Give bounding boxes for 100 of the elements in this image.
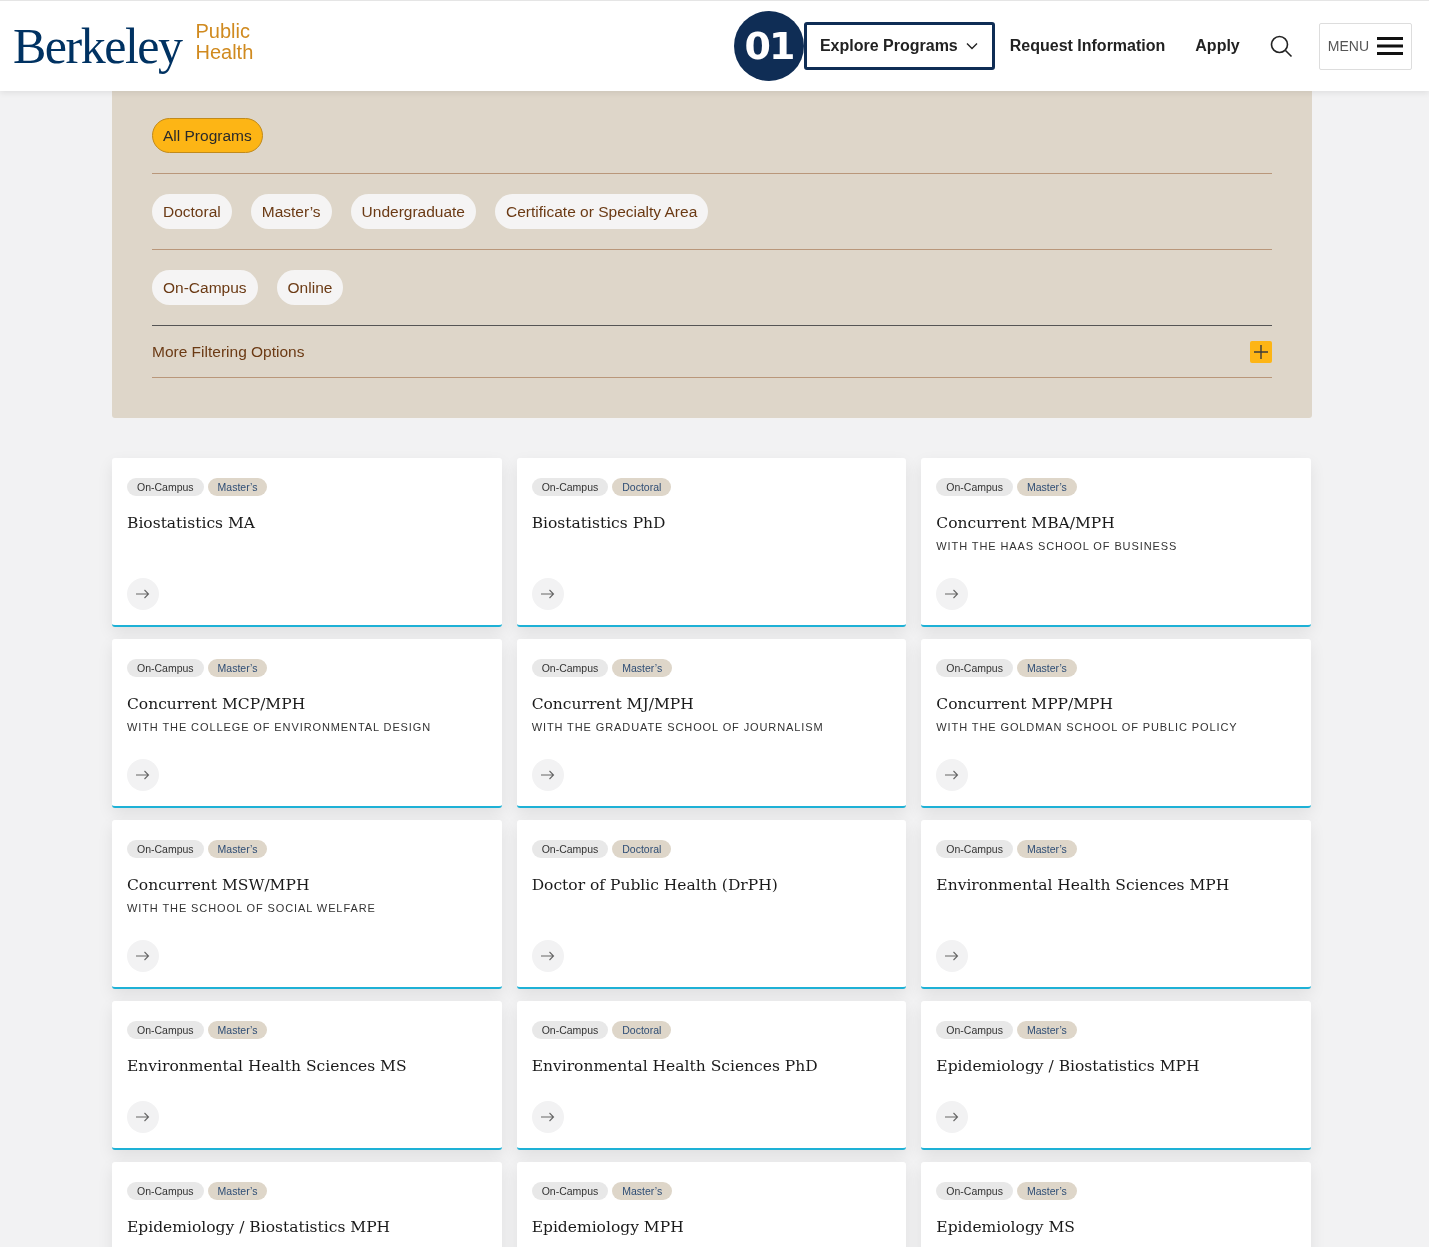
tag: Master’s [1016, 840, 1077, 858]
program-card[interactable]: On-Campus Master’s Environmental Health Sciences MS [112, 1001, 502, 1150]
tag: Master’s [207, 478, 268, 496]
filter-chip[interactable]: Undergraduate [350, 194, 476, 229]
program-title: Biostatistics PhD [531, 514, 667, 532]
tag: On-Campus [127, 478, 204, 496]
arrow-button[interactable] [936, 578, 969, 610]
arrow-right-icon [136, 1112, 150, 1122]
arrow-right-icon [540, 770, 555, 780]
arrow-button[interactable] [936, 1101, 969, 1133]
program-card[interactable]: On-Campus Master’s Biostatistics MA [112, 458, 502, 627]
program-subtitle: WITH THE GRADUATE SCHOOL OF JOURNALISM [531, 721, 825, 733]
program-card[interactable]: On-Campus Master’s Epidemiology MS [921, 1162, 1311, 1247]
menu-icon [1377, 37, 1403, 55]
tag: Master’s [207, 659, 268, 677]
tag: Master’s [1016, 1182, 1077, 1200]
program-card[interactable]: On-Campus Doctoral Doctor of Public Health (DrPH) [516, 820, 907, 989]
tag: On-Campus [936, 840, 1013, 858]
menu-button[interactable]: MENU [1318, 22, 1412, 70]
program-card[interactable]: On-Campus Doctoral Environmental Health Sciences PhD [516, 1001, 907, 1150]
tag: On-Campus [127, 840, 204, 858]
search-button[interactable] [1268, 34, 1293, 58]
program-card[interactable]: On-Campus Master’s Epidemiology MPH [516, 1162, 907, 1247]
program-card[interactable]: On-Campus Master’s Concurrent MCP/MPH WITH THE COLLEGE OF ENVIRONMENTAL DESIGN [112, 639, 502, 808]
filter-chip[interactable]: Master’s [250, 194, 332, 229]
arrow-button[interactable] [531, 578, 564, 610]
program-card[interactable]: On-Campus Master’s Concurrent MBA/MPH WITH THE HAAS SCHOOL OF BUSINESS [921, 458, 1311, 627]
tag: Doctoral [612, 840, 672, 858]
arrow-right-icon [136, 589, 150, 599]
tag: On-Campus [531, 1021, 609, 1039]
arrow-right-icon [540, 1112, 555, 1122]
step-badge: 01 [733, 11, 804, 81]
arrow-right-icon [540, 589, 555, 599]
plus-icon[interactable] [1250, 341, 1272, 363]
arrow-right-icon [136, 951, 150, 961]
arrow-button[interactable] [936, 759, 969, 791]
program-card[interactable]: On-Campus Master’s Concurrent MJ/MPH WITH THE GRADUATE SCHOOL OF JOURNALISM [516, 639, 907, 808]
arrow-button[interactable] [127, 940, 159, 972]
program-card[interactable]: On-Campus Master’s Epidemiology / Biostatistics MPH [921, 1001, 1311, 1150]
program-subtitle: WITH THE GOLDMAN SCHOOL OF PUBLIC POLICY [936, 721, 1239, 733]
filter-chip[interactable]: Certificate or Specialty Area [495, 194, 709, 229]
filter-chip[interactable]: Doctoral [152, 194, 232, 229]
filter-chip[interactable]: All Programs [152, 118, 263, 153]
search-icon [1268, 34, 1293, 58]
tag: Master’s [612, 659, 673, 677]
arrow-button[interactable] [127, 759, 159, 791]
filter-chip[interactable]: On-Campus [152, 270, 258, 305]
arrow-right-icon [945, 770, 960, 780]
more-filters-link[interactable]: More Filtering Options [152, 343, 305, 361]
arrow-right-icon [136, 770, 150, 780]
tag: On-Campus [936, 478, 1013, 496]
tag: Doctoral [612, 1021, 672, 1039]
tag: On-Campus [531, 659, 609, 677]
logo-subtitle: Public Health [195, 21, 254, 63]
program-subtitle: WITH THE COLLEGE OF ENVIRONMENTAL DESIGN [127, 721, 433, 733]
chevron-down-icon [965, 42, 978, 50]
program-card[interactable]: On-Campus Doctoral Biostatistics PhD [516, 458, 907, 627]
program-title: Epidemiology MS [936, 1218, 1076, 1236]
program-title: Biostatistics MA [127, 514, 257, 532]
program-title: Environmental Health Sciences MPH [936, 876, 1231, 894]
nav-dropdown[interactable]: Explore Programs [803, 22, 995, 70]
arrow-button[interactable] [531, 759, 564, 791]
program-title: Concurrent MCP/MPH [127, 695, 307, 713]
tag: Doctoral [612, 478, 672, 496]
tag: On-Campus [936, 1021, 1013, 1039]
program-title: Epidemiology MPH [531, 1218, 685, 1236]
arrow-button[interactable] [127, 578, 159, 610]
program-title: Concurrent MPP/MPH [936, 695, 1115, 713]
tag: Master’s [1016, 478, 1077, 496]
filter-chip[interactable]: Online [276, 270, 344, 305]
arrow-button[interactable] [127, 1101, 159, 1133]
program-card[interactable]: On-Campus Master’s Epidemiology / Biostatistics MPH [112, 1162, 502, 1247]
program-subtitle: WITH THE HAAS SCHOOL OF BUSINESS [936, 540, 1179, 552]
tag: On-Campus [531, 840, 609, 858]
tag: Master’s [207, 1182, 268, 1200]
arrow-right-icon [540, 951, 555, 961]
nav-link[interactable]: Request Information [994, 37, 1181, 55]
nav-link[interactable]: Apply [1180, 37, 1255, 55]
tag: On-Campus [531, 478, 609, 496]
arrow-right-icon [945, 589, 960, 599]
program-title: Doctor of Public Health (DrPH) [531, 876, 779, 894]
program-title: Concurrent MJ/MPH [531, 695, 695, 713]
tag: Master’s [1016, 1021, 1077, 1039]
program-title: Environmental Health Sciences MS [127, 1057, 408, 1075]
program-title: Epidemiology / Biostatistics MPH [936, 1057, 1201, 1075]
tag: On-Campus [127, 1182, 204, 1200]
tag: On-Campus [127, 1021, 204, 1039]
tag: Master’s [207, 1021, 268, 1039]
program-card[interactable]: On-Campus Master’s Concurrent MPP/MPH WITH THE GOLDMAN SCHOOL OF PUBLIC POLICY [921, 639, 1311, 808]
arrow-right-icon [945, 1112, 960, 1122]
arrow-button[interactable] [531, 1101, 564, 1133]
arrow-button[interactable] [936, 940, 969, 972]
tag: Master’s [1016, 659, 1077, 677]
program-card[interactable]: On-Campus Master’s Environmental Health Sciences MPH [921, 820, 1311, 989]
program-title: Concurrent MSW/MPH [127, 876, 311, 894]
arrow-button[interactable] [531, 940, 564, 972]
arrow-right-icon [945, 951, 960, 961]
program-card[interactable]: On-Campus Master’s Concurrent MSW/MPH WITH THE SCHOOL OF SOCIAL WELFARE [112, 820, 502, 989]
tag: Master’s [612, 1182, 673, 1200]
tag: On-Campus [936, 659, 1013, 677]
